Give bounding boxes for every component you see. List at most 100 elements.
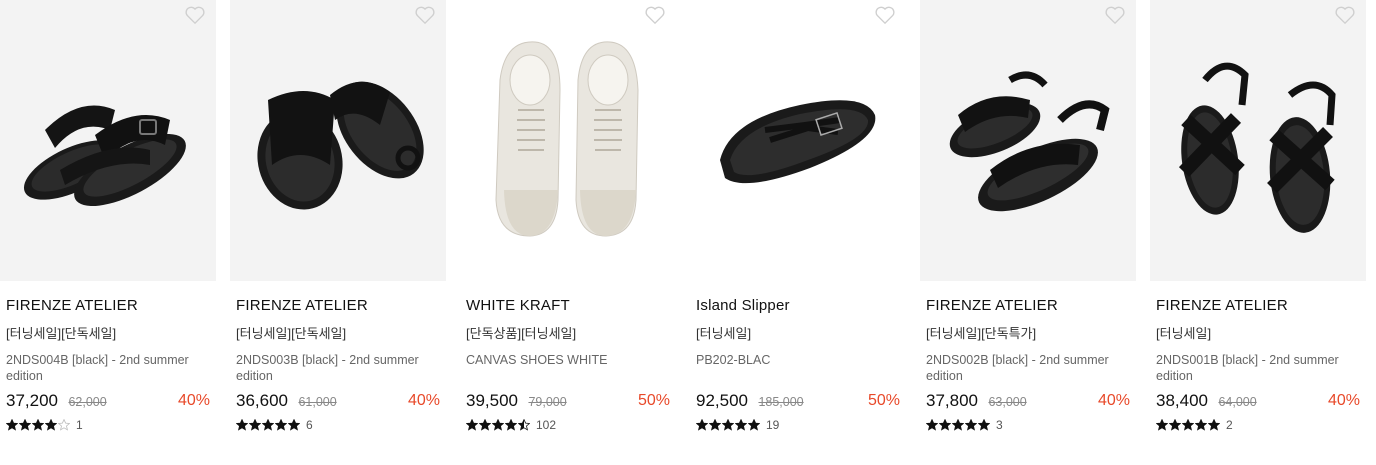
white-canvas-sneakers-icon — [495, 41, 639, 237]
black-cross-strap-sandal-icon — [1178, 62, 1336, 233]
original-price: 185,000 — [758, 395, 804, 409]
original-price: 62,000 — [68, 395, 107, 409]
rating: 19 — [696, 417, 900, 433]
product-image[interactable] — [1150, 0, 1366, 281]
rating: 3 — [926, 417, 1130, 433]
star-filled-icon — [1208, 419, 1220, 431]
review-count: 1 — [76, 418, 83, 432]
discount-rate: 50% — [867, 392, 900, 409]
product-description[interactable]: 2NDS002B [black] - 2nd summer edition — [926, 352, 1130, 384]
star-filled-icon — [32, 419, 44, 431]
star-filled-icon — [288, 419, 300, 431]
product-card[interactable]: FIRENZE ATELIER [터닝세일][단독특가] 2NDS002B [b… — [920, 0, 1136, 465]
star-filled-icon — [709, 419, 721, 431]
heart-icon[interactable] — [1334, 5, 1356, 25]
sale-price: 39,500 — [466, 391, 518, 410]
black-strap-sandal-icon — [949, 71, 1110, 212]
product-tags: [터닝세일][단독세일] — [236, 326, 347, 341]
product-brand[interactable]: FIRENZE ATELIER — [6, 297, 210, 315]
product-tags: [터닝세일] — [1156, 326, 1212, 341]
product-brand[interactable]: FIRENZE ATELIER — [926, 297, 1130, 315]
star-rating — [6, 419, 70, 431]
star-filled-icon — [262, 419, 274, 431]
star-filled-icon — [505, 419, 517, 431]
black-buckle-slide-sandal-icon — [23, 105, 186, 207]
product-description[interactable]: 2NDS001B [black] - 2nd summer edition — [1156, 352, 1360, 384]
star-filled-icon — [492, 419, 504, 431]
star-filled-icon — [275, 419, 287, 431]
rating: 6 — [236, 417, 440, 433]
product-brand[interactable]: FIRENZE ATELIER — [236, 297, 440, 315]
product-image[interactable] — [0, 0, 216, 281]
star-half-icon — [518, 419, 530, 431]
original-price: 79,000 — [528, 395, 567, 409]
sale-price: 92,500 — [696, 391, 748, 410]
star-rating — [926, 419, 990, 431]
star-filled-icon — [479, 419, 491, 431]
star-filled-icon — [466, 419, 478, 431]
product-grid: FIRENZE ATELIER [터닝세일][단독세일] 2NDS004B [b… — [0, 0, 1376, 465]
rating: 102 — [466, 417, 670, 433]
original-price: 64,000 — [1218, 395, 1257, 409]
star-filled-icon — [722, 419, 734, 431]
discount-rate: 40% — [1327, 392, 1360, 409]
product-description[interactable]: 2NDS003B [black] - 2nd summer edition — [236, 352, 440, 384]
star-filled-icon — [1182, 419, 1194, 431]
original-price: 61,000 — [298, 395, 337, 409]
star-filled-icon — [939, 419, 951, 431]
product-card[interactable]: Island Slipper [터닝세일] PB202-BLAC 92,500 … — [690, 0, 906, 465]
star-filled-icon — [926, 419, 938, 431]
product-card[interactable]: WHITE KRAFT [단독상품][터닝세일] CANVAS SHOES WH… — [460, 0, 676, 465]
heart-icon[interactable] — [644, 5, 666, 25]
price-row: 38,400 64,000 40% — [1156, 390, 1360, 412]
discount-rate: 40% — [177, 392, 210, 409]
star-filled-icon — [1169, 419, 1181, 431]
discount-rate: 40% — [407, 392, 440, 409]
heart-icon[interactable] — [874, 5, 896, 25]
product-description[interactable]: CANVAS SHOES WHITE — [466, 352, 670, 384]
discount-rate: 40% — [1097, 392, 1130, 409]
product-tags: [터닝세일] — [696, 326, 752, 341]
review-count: 102 — [536, 418, 557, 432]
star-filled-icon — [236, 419, 248, 431]
heart-icon[interactable] — [184, 5, 206, 25]
review-count: 6 — [306, 418, 313, 432]
product-image[interactable] — [460, 0, 676, 281]
heart-icon[interactable] — [1104, 5, 1126, 25]
star-filled-icon — [748, 419, 760, 431]
star-filled-icon — [45, 419, 57, 431]
rating: 1 — [6, 417, 210, 433]
product-image[interactable] — [230, 0, 446, 281]
review-count: 3 — [996, 418, 1003, 432]
review-count: 19 — [766, 418, 780, 432]
review-count: 2 — [1226, 418, 1233, 432]
product-image[interactable] — [920, 0, 1136, 281]
product-description[interactable]: PB202-BLAC — [696, 352, 900, 384]
star-rating — [696, 419, 760, 431]
product-description[interactable]: 2NDS004B [black] - 2nd summer edition — [6, 352, 210, 384]
product-tags: [터닝세일][단독특가] — [926, 326, 1037, 341]
star-filled-icon — [735, 419, 747, 431]
star-filled-icon — [952, 419, 964, 431]
product-image[interactable] — [690, 0, 906, 281]
sale-price: 37,800 — [926, 391, 978, 410]
product-brand[interactable]: FIRENZE ATELIER — [1156, 297, 1360, 315]
price-row: 92,500 185,000 50% — [696, 390, 900, 412]
star-rating — [466, 419, 530, 431]
star-rating — [1156, 419, 1220, 431]
discount-rate: 50% — [637, 392, 670, 409]
star-filled-icon — [965, 419, 977, 431]
product-card[interactable]: FIRENZE ATELIER [터닝세일] 2NDS001B [black] … — [1150, 0, 1366, 465]
sale-price: 36,600 — [236, 391, 288, 410]
product-card[interactable]: FIRENZE ATELIER [터닝세일][단독세일] 2NDS003B [b… — [230, 0, 446, 465]
star-filled-icon — [19, 419, 31, 431]
star-filled-icon — [1195, 419, 1207, 431]
original-price: 63,000 — [988, 395, 1027, 409]
heart-icon[interactable] — [414, 5, 436, 25]
product-brand[interactable]: WHITE KRAFT — [466, 297, 670, 315]
price-row: 36,600 61,000 40% — [236, 390, 440, 412]
product-card[interactable]: FIRENZE ATELIER [터닝세일][단독세일] 2NDS004B [b… — [0, 0, 216, 465]
star-rating — [236, 419, 300, 431]
rating: 2 — [1156, 417, 1360, 433]
product-brand[interactable]: Island Slipper — [696, 297, 900, 315]
